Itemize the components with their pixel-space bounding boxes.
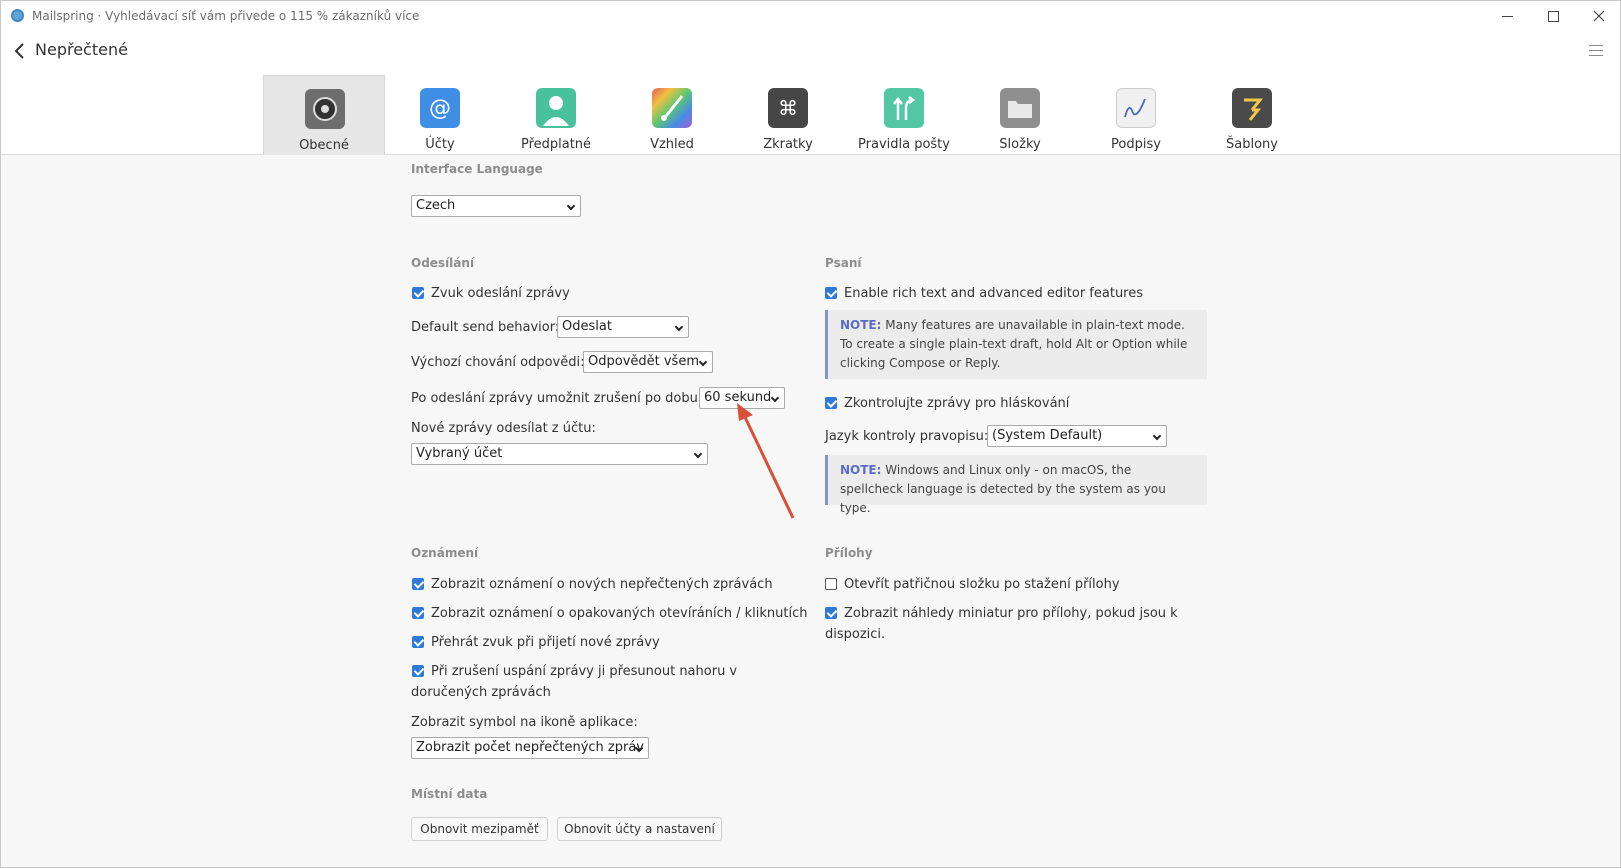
maximize-button[interactable]	[1530, 5, 1576, 27]
svg-text:@: @	[429, 96, 451, 121]
tab-label: Podpisy	[1111, 137, 1161, 152]
minimize-icon	[1501, 15, 1513, 17]
section-heading-writing: Psaní	[825, 256, 862, 270]
send-from-select[interactable]: Vybraný účet	[411, 443, 708, 465]
language-select[interactable]: Czech	[411, 195, 581, 217]
spellcheck-label: Zkontrolujte zprávy pro hláskování	[844, 396, 1070, 411]
svg-text:⌘: ⌘	[778, 96, 798, 120]
at-icon: @	[420, 88, 460, 128]
notify-new-checkbox[interactable]	[412, 578, 424, 590]
undo-send-label: Po odeslání zprávy umožnit zrušení po do…	[411, 391, 707, 406]
chevron-down-icon	[1152, 431, 1162, 441]
badge-select-value: Zobrazit počet nepřečtených zpráv	[416, 740, 644, 755]
language-select-value: Czech	[416, 198, 456, 213]
reply-behavior-label: Výchozí chování odpovědi:	[411, 355, 585, 370]
close-icon	[1593, 10, 1605, 22]
section-heading-sending: Odesílání	[411, 256, 475, 270]
app-window: Mailspring · Vyhledávací síť vám přivede…	[0, 0, 1621, 868]
window-title: Mailspring · Vyhledávací síť vám přivede…	[32, 9, 420, 23]
send-sound-checkbox[interactable]	[412, 287, 424, 299]
preferences-tab-bar: Obecné @ Účty Předplatné Vzhled ⌘ Zkratk…	[1, 70, 1620, 155]
section-heading-language: Interface Language	[411, 162, 543, 176]
note-text: Many features are unavailable in plain-t…	[840, 318, 1188, 370]
tab-label: Pravidla pošty	[858, 137, 950, 152]
brush-icon	[652, 88, 692, 128]
folder-icon	[1000, 88, 1040, 128]
section-heading-attachments: Přílohy	[825, 546, 873, 560]
spellcheck-note: NOTE: Windows and Linux only - on macOS,…	[825, 455, 1207, 515]
notify-opens-label: Zobrazit oznámení o opakovaných otevírán…	[431, 606, 808, 621]
thumbnails-label: Zobrazit náhledy miniatur pro přílohy, p…	[825, 606, 1178, 642]
note-text: Windows and Linux only - on macOS, the s…	[840, 463, 1166, 515]
annotation-arrow-icon	[737, 403, 795, 519]
send-behavior-select[interactable]: Odeslat	[557, 316, 689, 338]
gear-icon	[305, 89, 345, 129]
spell-language-select[interactable]: (System Default)	[987, 425, 1167, 447]
tab-templates[interactable]: Šablony	[1191, 75, 1313, 155]
tab-subscription[interactable]: Předplatné	[495, 75, 617, 155]
person-icon	[536, 88, 576, 128]
tab-label: Obecné	[299, 138, 349, 153]
spell-language-value: (System Default)	[992, 428, 1103, 443]
tab-appearance[interactable]: Vzhled	[611, 75, 733, 155]
open-folder-label: Otevřít patřičnou složku po stažení příl…	[844, 577, 1120, 592]
chevron-down-icon	[674, 322, 684, 332]
chevron-down-icon	[693, 449, 703, 459]
snooze-move-label: Při zrušení uspání zprávy ji přesunout n…	[411, 664, 738, 700]
send-behavior-value: Odeslat	[562, 319, 612, 334]
chevron-down-icon	[566, 201, 576, 211]
command-icon: ⌘	[768, 88, 808, 128]
send-from-label: Nové zprávy odesílat z účtu:	[411, 421, 596, 436]
spellcheck-checkbox[interactable]	[825, 397, 837, 409]
tab-label: Zkratky	[763, 137, 813, 152]
reset-accounts-button[interactable]: Obnovit účty a nastavení	[557, 817, 722, 841]
back-title[interactable]: Nepřečtené	[35, 40, 128, 59]
tab-general[interactable]: Obecné	[263, 75, 385, 155]
tab-label: Složky	[999, 137, 1041, 152]
tab-label: Účty	[425, 137, 455, 152]
note-label: NOTE:	[840, 463, 882, 477]
tab-label: Šablony	[1226, 137, 1278, 152]
arrows-icon	[884, 88, 924, 128]
tab-label: Vzhled	[650, 137, 694, 152]
notify-sound-label: Přehrát zvuk při přijetí nové zprávy	[431, 635, 660, 650]
notify-sound-checkbox[interactable]	[412, 636, 424, 648]
rich-text-label: Enable rich text and advanced editor fea…	[844, 286, 1144, 301]
tab-accounts[interactable]: @ Účty	[379, 75, 501, 155]
signature-icon	[1116, 88, 1156, 128]
send-behavior-label: Default send behavior:	[411, 320, 560, 335]
note-label: NOTE:	[840, 318, 882, 332]
title-bar: Mailspring · Vyhledávací síť vám přivede…	[1, 1, 1620, 32]
open-folder-checkbox[interactable]	[825, 578, 837, 590]
tab-signatures[interactable]: Podpisy	[1075, 75, 1197, 155]
tab-folders[interactable]: Složky	[959, 75, 1081, 155]
tab-shortcuts[interactable]: ⌘ Zkratky	[727, 75, 849, 155]
mailspring-app-icon	[11, 9, 24, 22]
badge-label: Zobrazit symbol na ikoně aplikace:	[411, 715, 638, 730]
toolbar: Nepřečtené	[1, 32, 1620, 70]
chevron-down-icon	[698, 357, 708, 367]
spell-language-label: Jazyk kontroly pravopisu:	[825, 429, 989, 444]
reply-behavior-select[interactable]: Odpovědět všem	[583, 351, 713, 373]
send-from-value: Vybraný účet	[416, 446, 503, 461]
hamburger-menu-icon[interactable]	[1589, 45, 1603, 57]
notify-new-label: Zobrazit oznámení o nových nepřečtených …	[431, 577, 773, 592]
tab-label: Předplatné	[520, 137, 592, 152]
tab-mail-rules[interactable]: Pravidla pošty	[843, 75, 965, 155]
section-heading-notifications: Oznámení	[411, 546, 479, 560]
reply-behavior-value: Odpovědět všem	[588, 354, 699, 369]
plain-text-note: NOTE: Many features are unavailable in p…	[825, 310, 1207, 379]
section-heading-local-data: Místní data	[411, 787, 488, 801]
close-button[interactable]	[1576, 5, 1621, 27]
send-sound-label: Zvuk odeslání zprávy	[431, 286, 570, 301]
back-chevron-icon[interactable]	[13, 42, 27, 60]
notify-opens-checkbox[interactable]	[412, 607, 424, 619]
rich-text-checkbox[interactable]	[825, 287, 837, 299]
template-icon	[1232, 88, 1272, 128]
badge-select[interactable]: Zobrazit počet nepřečtených zpráv	[411, 737, 649, 759]
clear-cache-button[interactable]: Obnovit mezipaměť	[411, 817, 548, 841]
minimize-button[interactable]	[1484, 5, 1530, 27]
maximize-icon	[1547, 10, 1559, 22]
